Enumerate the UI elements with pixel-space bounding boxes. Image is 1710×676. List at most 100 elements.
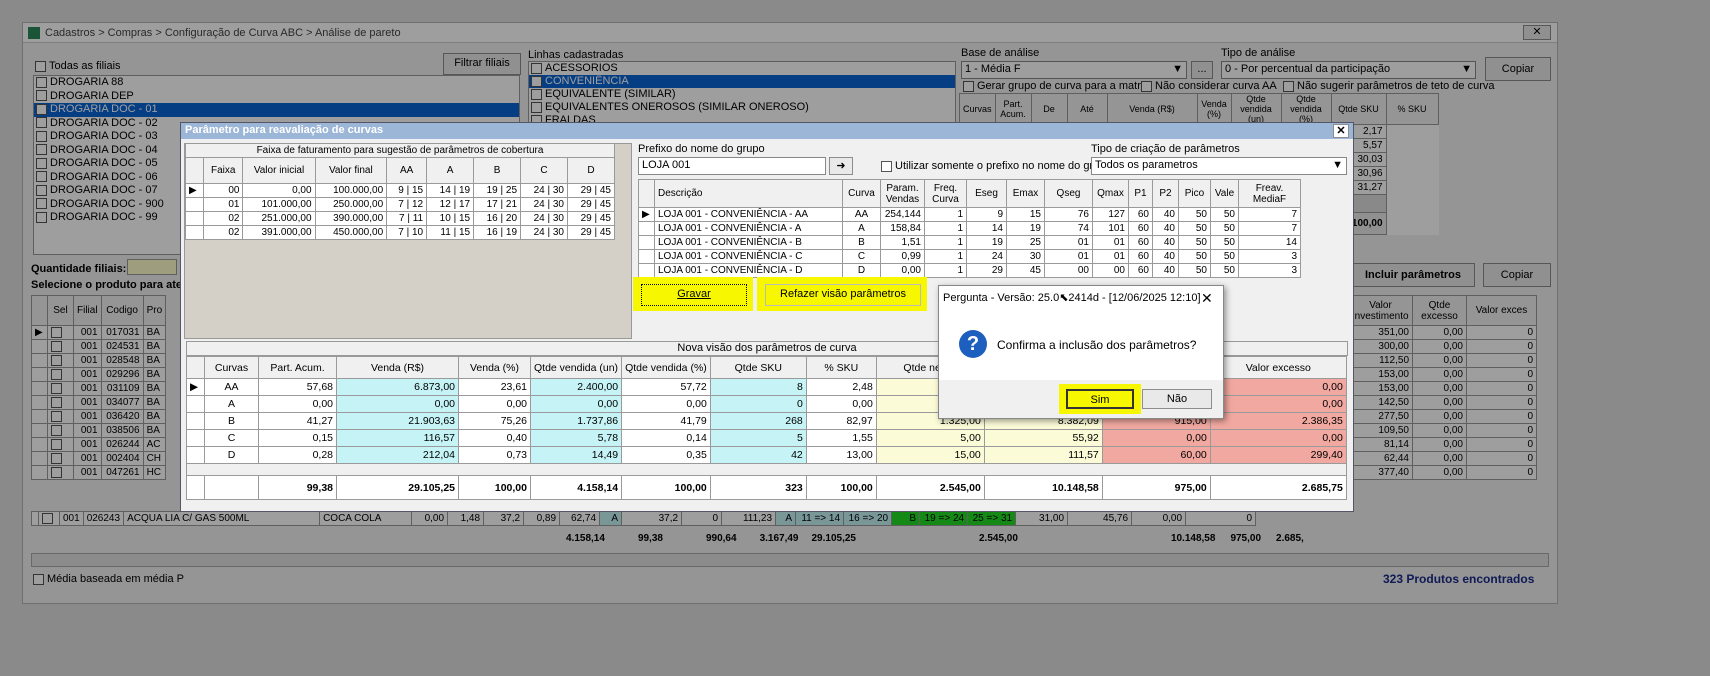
table-row[interactable]: 277,50 0,00 0	[1348, 409, 1537, 424]
filial-item[interactable]: DROGARIA 88	[34, 76, 519, 90]
linha-item[interactable]: EQUIVALENTE (SIMILAR)	[529, 88, 955, 101]
produtos-grid[interactable]: Sel Filial Codigo Pro ▶ 001 017031 BA 001 024531 B…	[31, 295, 167, 480]
produtos-grid-right[interactable]: Valor investimento Qtde excesso Valor exce…	[1348, 295, 1537, 480]
base-more-button[interactable]: ...	[1191, 61, 1213, 79]
checkbox-icon[interactable]	[51, 452, 62, 464]
incluir-parametros-button[interactable]: Incluir parâmetros	[1351, 263, 1475, 287]
sel-cell[interactable]	[47, 451, 74, 466]
table-row[interactable]: 001 029296 BA	[31, 367, 167, 382]
checkbox-icon[interactable]: ✓	[531, 75, 542, 87]
checkbox-icon[interactable]	[51, 368, 62, 380]
gravar-button[interactable]: Gravar	[641, 284, 747, 306]
table-row[interactable]: 01 101.000,00 250.000,00 7 | 12 12 | 17 17 | …	[185, 197, 616, 212]
sel-cell[interactable]	[47, 465, 74, 480]
todas-filiais-checkbox[interactable]: Todas as filiais	[35, 60, 121, 72]
prefixo-input[interactable]: LOJA 001	[638, 157, 826, 175]
nao-considerar-checkbox[interactable]: Não considerar curva AA	[1141, 80, 1277, 92]
linha-item[interactable]: EQUIVALENTES ONEROSOS (SIMILAR ONEROSO)	[529, 101, 955, 114]
table-row[interactable]: 153,00 0,00 0	[1348, 367, 1537, 382]
last-product-row[interactable]: 001 026243 ACQUA LIA C/ GAS 500ML COCA COLA…	[31, 511, 1257, 526]
close-icon[interactable]: ✕	[1523, 25, 1551, 40]
refazer-button[interactable]: Refazer visão parâmetros	[765, 284, 921, 306]
checkbox-icon[interactable]	[51, 438, 62, 450]
checkbox-icon[interactable]	[36, 157, 47, 169]
table-row[interactable]: 02 251.000,00 390.000,00 7 | 11 10 | 15 16 | …	[185, 211, 616, 226]
checkbox-icon[interactable]	[36, 130, 47, 142]
table-row[interactable]: ▶ 00 0,00 100.000,00 9 | 15 14 | 19 19 | 25 24 …	[185, 183, 616, 198]
checkbox-icon[interactable]	[36, 117, 47, 129]
faixa-table[interactable]: Faixa de faturamento para sugestão de pa…	[185, 143, 616, 240]
table-row[interactable]: 001 038506 BA	[31, 423, 167, 438]
media-p-checkbox[interactable]: Média baseada em média P	[33, 573, 184, 585]
gerar-checkbox[interactable]: Gerar grupo de curva para a matriz	[963, 80, 1149, 92]
table-row[interactable]: LOJA 001 - CONVENIÊNCIA - A A 158,84 1 14 19 7…	[638, 221, 1301, 236]
table-row[interactable]: 001 026244 AC	[31, 437, 167, 452]
parametros-table[interactable]: Descrição Curva Param. Vendas Freq. Curva Es…	[638, 179, 1301, 278]
table-row[interactable]: 377,40 0,00 0	[1348, 465, 1537, 480]
filial-item[interactable]: ✓ DROGARIA DOC - 01	[34, 103, 519, 117]
copiar-button[interactable]: Copiar	[1485, 57, 1551, 81]
checkbox-icon[interactable]	[51, 396, 62, 408]
table-row[interactable]: 001 036420 BA	[31, 409, 167, 424]
sel-cell[interactable]	[47, 367, 74, 382]
checkbox-icon[interactable]	[36, 198, 47, 210]
horizontal-scrollbar[interactable]	[31, 553, 1549, 567]
linha-item[interactable]: ✓ CONVENIÊNCIA	[529, 75, 955, 88]
table-row[interactable]: LOJA 001 - CONVENIÊNCIA - D D 0,00 1 29 45 00 0…	[638, 263, 1301, 278]
sel-cell[interactable]	[47, 325, 74, 340]
table-row[interactable]: 112,50 0,00 0	[1348, 353, 1537, 368]
table-row[interactable]: 62,44 0,00 0	[1348, 451, 1537, 466]
checkbox-icon[interactable]	[36, 90, 47, 102]
sel-cell[interactable]	[47, 395, 74, 410]
table-row[interactable]: 351,00 0,00 0	[1348, 325, 1537, 340]
copiar2-button[interactable]: Copiar	[1483, 263, 1551, 287]
sim-button[interactable]: Sim	[1066, 389, 1134, 409]
base-select[interactable]: 1 - Média F ▼	[961, 61, 1187, 79]
sel-cell[interactable]	[47, 381, 74, 396]
table-row[interactable]: LOJA 001 - CONVENIÊNCIA - B B 1,51 1 19 25 01 0…	[638, 235, 1301, 250]
checkbox-icon[interactable]	[51, 410, 62, 422]
checkbox-icon[interactable]	[36, 184, 47, 196]
checkbox-icon[interactable]	[36, 76, 47, 88]
checkbox-icon[interactable]	[36, 171, 47, 183]
table-row[interactable]: 109,50 0,00 0	[1348, 423, 1537, 438]
table-row[interactable]: 001 002404 CH	[31, 451, 167, 466]
modal-close-icon[interactable]: ✕	[1333, 124, 1349, 138]
checkbox-icon[interactable]	[51, 340, 62, 352]
checkbox-icon[interactable]	[51, 424, 62, 436]
checkbox-icon[interactable]	[51, 382, 62, 394]
table-row[interactable]: 001 024531 BA	[31, 339, 167, 354]
sel-cell[interactable]	[47, 339, 74, 354]
sel-cell[interactable]	[47, 409, 74, 424]
checkbox-icon[interactable]	[36, 144, 47, 156]
table-row[interactable]: 001 026243 ACQUA LIA C/ GAS 500ML COCA COLA…	[31, 511, 1257, 526]
table-row[interactable]: 142,50 0,00 0	[1348, 395, 1537, 410]
table-row[interactable]: C 0,15 116,57 0,40 5,78 0,14 5 1,55 5,00 55,92 0,0…	[186, 429, 1347, 447]
qtd-filiais-field[interactable]	[127, 259, 177, 275]
checkbox-icon[interactable]	[51, 326, 62, 338]
sel-cell[interactable]	[47, 423, 74, 438]
table-row[interactable]: D 0,28 212,04 0,73 14,49 0,35 42 13,00 15,00 111,…	[186, 446, 1347, 464]
table-row[interactable]: 001 047261 HC	[31, 465, 167, 480]
checkbox-icon[interactable]	[42, 512, 53, 524]
table-row[interactable]: ▶ 001 017031 BA	[31, 325, 167, 340]
sel-cell[interactable]	[47, 437, 74, 452]
dialog-close-icon[interactable]: ✕	[1201, 290, 1213, 307]
utilizar-prefixo-checkbox[interactable]: Utilizar somente o prefixo no nome do gr…	[881, 160, 1111, 172]
checkbox-icon[interactable]: ✓	[36, 103, 47, 115]
table-row[interactable]: 001 028548 BA	[31, 353, 167, 368]
linha-item[interactable]: ACESSORIOS	[529, 62, 955, 75]
checkbox-icon[interactable]	[51, 466, 62, 478]
tipo-criacao-select[interactable]: Todos os parametros ▼	[1091, 157, 1347, 175]
sel-cell[interactable]	[38, 511, 60, 526]
table-row[interactable]: LOJA 001 - CONVENIÊNCIA - C C 0,99 1 24 30 01 0…	[638, 249, 1301, 264]
table-row[interactable]: 300,00 0,00 0	[1348, 339, 1537, 354]
checkbox-icon[interactable]	[51, 354, 62, 366]
table-row[interactable]: 81,14 0,00 0	[1348, 437, 1537, 452]
table-row[interactable]: 153,00 0,00 0	[1348, 381, 1537, 396]
tipo-analise-select[interactable]: 0 - Por percentual da participação ▼	[1221, 61, 1476, 79]
checkbox-icon[interactable]	[531, 62, 542, 74]
aplicar-prefixo-button[interactable]: ➜	[829, 157, 853, 175]
filial-item[interactable]: DROGARIA DEP	[34, 90, 519, 104]
linhas-list[interactable]: ACESSORIOS ✓ CONVENIÊNCIA EQUIVALENTE (SIMI…	[528, 61, 956, 123]
